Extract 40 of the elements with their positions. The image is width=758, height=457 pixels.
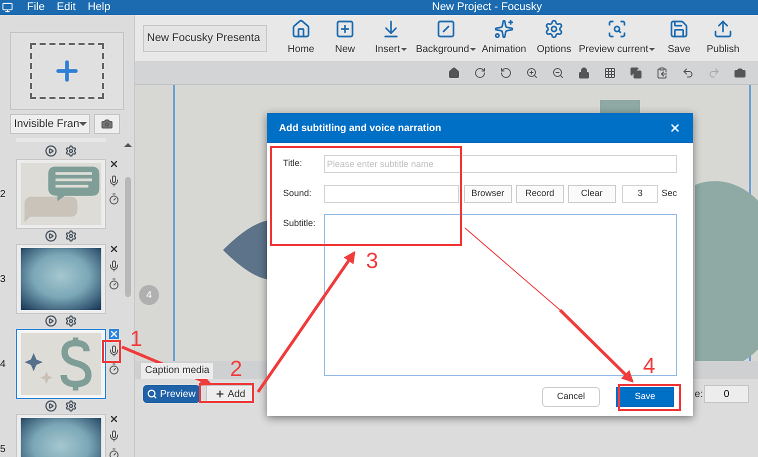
toolbar-button[interactable]: Home	[279, 19, 323, 57]
sound-action-button[interactable]: Clear	[568, 185, 616, 203]
menu-item[interactable]: File	[27, 0, 45, 16]
step-number: 3	[366, 250, 378, 272]
dialog-title: Add subtitling and voice narration	[279, 122, 442, 136]
title-label: Title:	[283, 157, 304, 170]
slide-number: 4	[0, 358, 7, 372]
sound-action-button[interactable]: Record	[516, 185, 564, 203]
step-number: 1	[130, 328, 142, 350]
toolbar-button[interactable]: Animation	[477, 19, 531, 57]
cancel-button[interactable]: Cancel	[542, 387, 600, 407]
toolbar-button[interactable]: Options	[531, 19, 577, 57]
toolbar-button[interactable]: Publish	[701, 19, 745, 57]
duration-field[interactable]: 3	[622, 185, 658, 203]
toolbar-button[interactable]: New	[323, 19, 367, 57]
menu-item[interactable]: Help	[88, 0, 110, 16]
field-label: e:	[694, 388, 703, 402]
frame-type-select[interactable]: Invisible Fran	[10, 114, 90, 134]
duration-unit: Sec	[661, 187, 677, 200]
sound-label: Sound:	[283, 187, 313, 200]
toolbar-button[interactable]: Background	[415, 19, 477, 57]
caption-media-tab[interactable]: Caption media	[141, 363, 214, 379]
frame-badge: 4	[139, 285, 159, 305]
toolbar-button[interactable]: Save	[657, 19, 701, 57]
slide-number: 2	[0, 188, 7, 202]
save-button[interactable]: Save	[616, 387, 674, 407]
preview-button[interactable]: Preview	[143, 385, 200, 403]
step-number: 2	[230, 358, 242, 380]
project-name-field[interactable]: New Focusky Presenta	[143, 24, 267, 52]
window-title: New Project - Focusky	[432, 0, 542, 15]
slide-number: 3	[0, 272, 7, 286]
step-number: 4	[643, 355, 656, 377]
menu-item[interactable]: Edit	[56, 0, 76, 16]
toolbar-button[interactable]: Insert	[367, 19, 415, 57]
value-field[interactable]: 0	[704, 385, 749, 403]
subtitle-label: Subtitle:	[283, 217, 317, 230]
title-input[interactable]: Please enter subtitle name	[324, 155, 677, 173]
slide-number: 5	[0, 442, 7, 456]
toolbar-button[interactable]: Preview current	[577, 19, 657, 57]
sound-action-button[interactable]: Browser	[464, 185, 512, 203]
